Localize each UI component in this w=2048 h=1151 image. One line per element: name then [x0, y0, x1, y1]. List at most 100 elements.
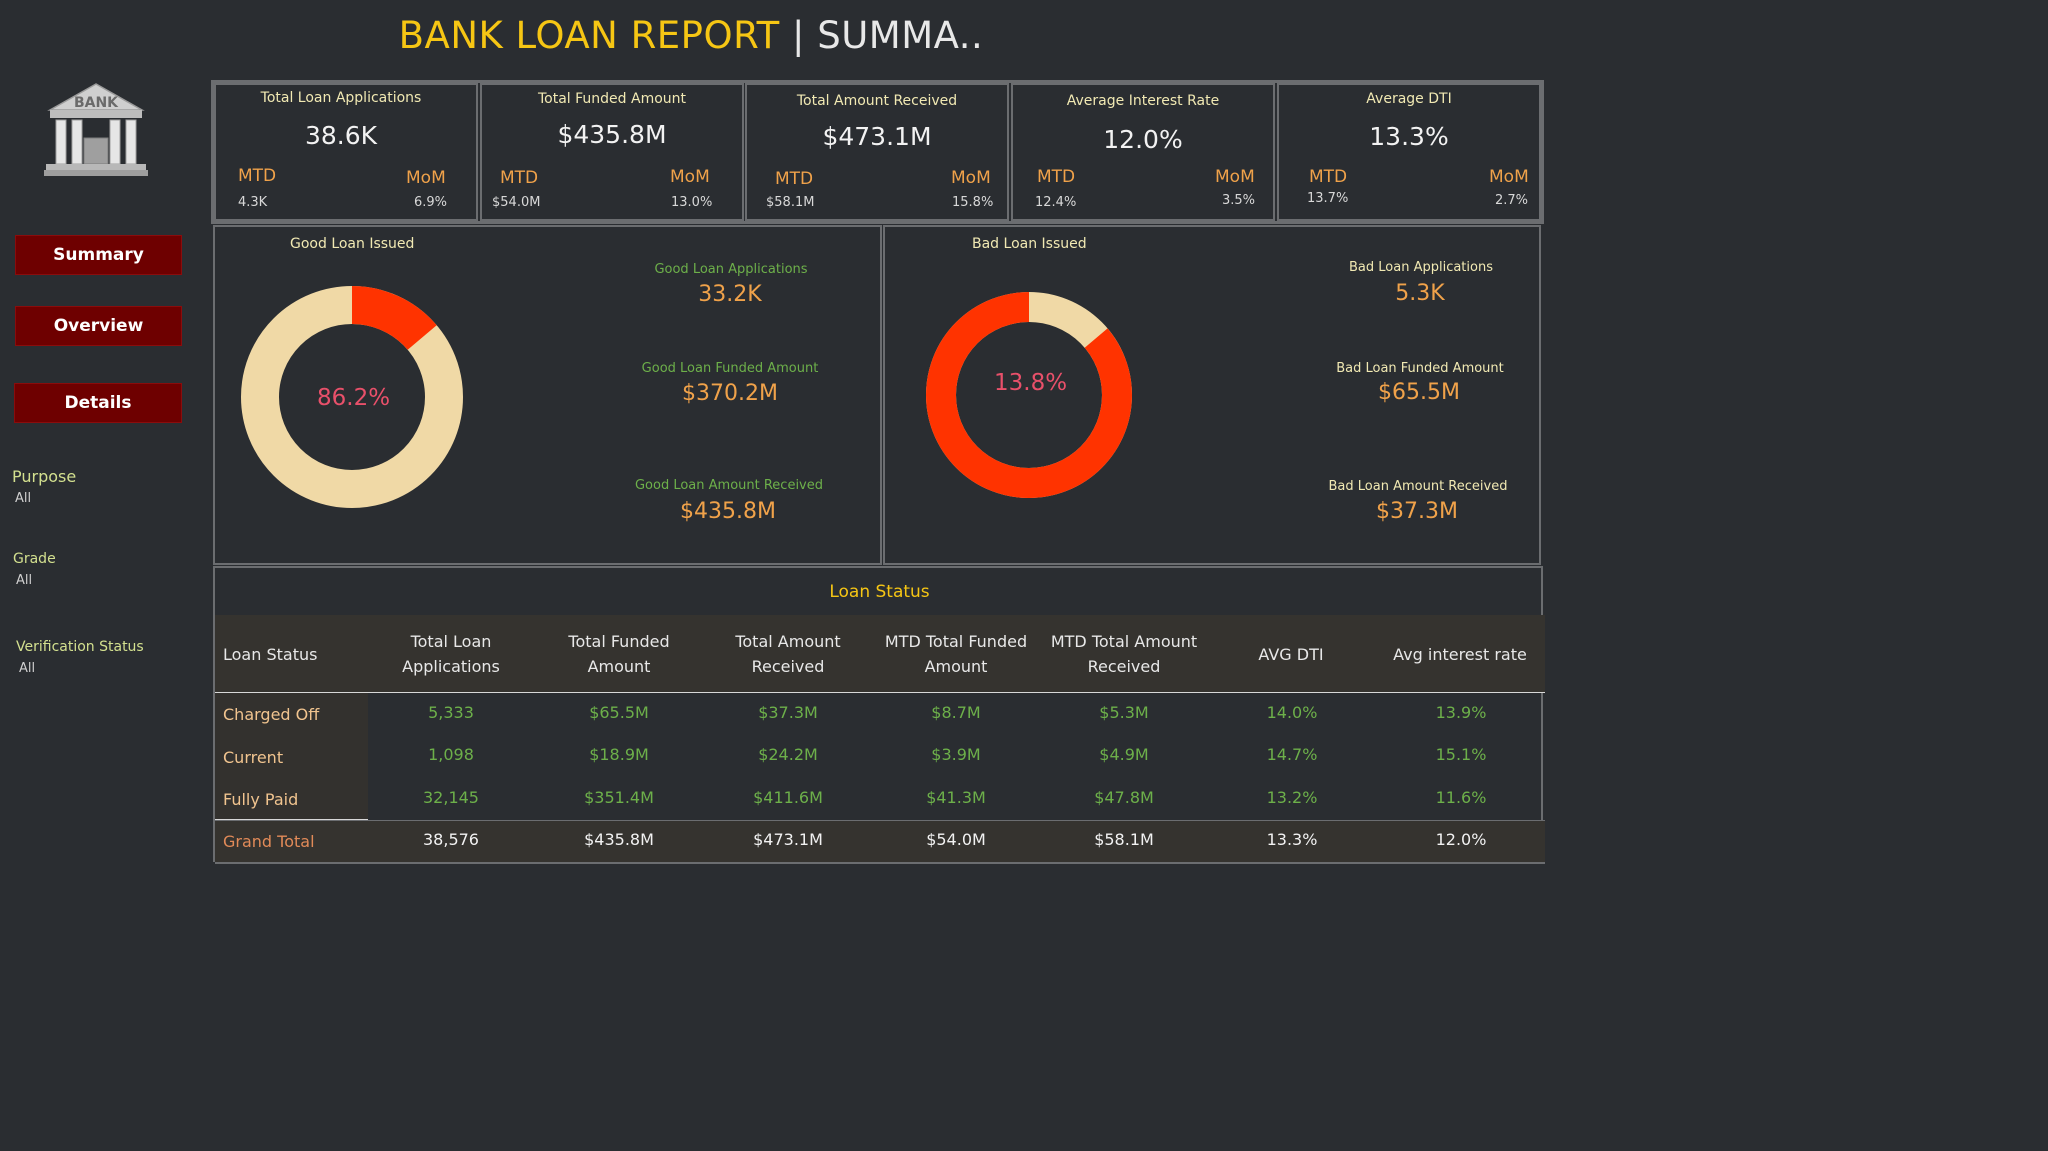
table-cell: 1,098	[428, 745, 474, 764]
kpi-mtd-label: MTD	[1037, 167, 1076, 187]
bad-loan-funded-value: $65.5M	[1378, 380, 1460, 405]
bad-loan-received-label: Bad Loan Amount Received	[1328, 479, 1508, 494]
table-cell: $18.9M	[589, 745, 649, 764]
bad-loan-applications-label: Bad Loan Applications	[1349, 260, 1493, 275]
table-cell: $24.2M	[758, 745, 818, 764]
table-cell: 5,333	[428, 703, 474, 722]
kpi-mom-label: MoM	[670, 167, 710, 187]
filter-purpose-label: Purpose	[12, 467, 77, 486]
kpi-value: 38.6K	[304, 121, 378, 150]
good-loan-received-value: $435.8M	[680, 499, 776, 524]
kpi-mom-value: 6.9%	[414, 195, 448, 210]
kpi-mom-label: MoM	[951, 168, 991, 188]
kpi-mom-label: MoM	[406, 168, 446, 188]
kpi-title: Total Funded Amount	[537, 91, 687, 107]
kpi-card-avg-dti: Average DTI 13.3% MTD 13.7% MoM 2.7%	[1277, 83, 1541, 221]
table-total-cell: 13.3%	[1266, 830, 1318, 849]
table-header-total-applications[interactable]: Total Loan Applications	[371, 615, 531, 693]
kpi-mom-value: 3.5%	[1222, 193, 1256, 208]
kpi-mtd-value: 13.7%	[1307, 191, 1349, 206]
table-total-cell: 12.0%	[1435, 830, 1487, 849]
table-header-mtd-received[interactable]: MTD Total Amount Received	[1044, 615, 1204, 693]
title-separator: |	[779, 14, 818, 57]
kpi-mom-value: 2.7%	[1495, 193, 1529, 208]
kpi-mtd-label: MTD	[238, 166, 277, 186]
table-cell: 15.1%	[1435, 745, 1487, 764]
total-divider	[215, 819, 368, 820]
table-total-name: Grand Total	[223, 832, 315, 851]
table-header-total-funded[interactable]: Total Funded Amount	[548, 615, 690, 693]
table-cell: 11.6%	[1435, 788, 1487, 807]
kpi-mom-value: 15.8%	[952, 195, 994, 210]
bank-icon: BANK	[44, 83, 148, 176]
kpi-value: 12.0%	[1103, 125, 1183, 154]
table-cell: $65.5M	[589, 703, 649, 722]
kpi-value: $473.1M	[822, 122, 932, 151]
table-cell: 13.9%	[1435, 703, 1487, 722]
title-main: BANK LOAN REPORT	[398, 14, 780, 57]
table-cell: $41.3M	[926, 788, 986, 807]
good-loan-funded-label: Good Loan Funded Amount	[641, 361, 819, 376]
good-loan-applications-value: 33.2K	[698, 282, 762, 307]
table-header-loan-status[interactable]: Loan Status	[215, 615, 333, 693]
kpi-value: $435.8M	[557, 120, 667, 149]
kpi-value: 13.3%	[1369, 122, 1449, 151]
table-header-total-received[interactable]: Total Amount Received	[712, 615, 864, 693]
filter-grade-value[interactable]: All	[16, 573, 32, 588]
table-row-fully-paid-name: Fully Paid	[223, 790, 299, 809]
kpi-card-total-received: Total Amount Received $473.1M MTD $58.1M…	[745, 83, 1009, 221]
table-cell: $37.3M	[758, 703, 818, 722]
bad-loan-title: Bad Loan Issued	[972, 236, 1087, 252]
table-cell: 14.0%	[1266, 703, 1318, 722]
page-title: BANK LOAN REPORT | SUMMA..	[0, 14, 1382, 57]
table-header-avg-dti[interactable]: AVG DTI	[1231, 615, 1351, 693]
kpi-mtd-value: $58.1M	[766, 195, 815, 210]
kpi-mom-label: MoM	[1489, 167, 1529, 187]
kpi-mtd-value: 12.4%	[1035, 195, 1077, 210]
bad-loan-received-value: $37.3M	[1376, 499, 1458, 524]
kpi-mtd-label: MTD	[775, 169, 814, 189]
table-header-mtd-funded[interactable]: MTD Total Funded Amount	[876, 615, 1036, 693]
kpi-mtd-label: MTD	[500, 168, 539, 188]
title-sub: SUMMA..	[817, 14, 984, 57]
table-cell: 32,145	[423, 788, 479, 807]
nav-details-button[interactable]: Details	[14, 383, 182, 423]
good-loan-applications-label: Good Loan Applications	[654, 262, 808, 277]
kpi-title: Average DTI	[1366, 91, 1452, 107]
kpi-mom-label: MoM	[1215, 167, 1255, 187]
kpi-mtd-value: $54.0M	[492, 195, 541, 210]
table-cell: $351.4M	[584, 788, 654, 807]
table-cell: $3.9M	[931, 745, 981, 764]
kpi-card-avg-interest: Average Interest Rate 12.0% MTD 12.4% Mo…	[1011, 83, 1275, 221]
nav-summary-button[interactable]: Summary	[15, 235, 182, 275]
table-cell: $5.3M	[1099, 703, 1149, 722]
nav-overview-button[interactable]: Overview	[15, 306, 182, 346]
table-total-cell: $58.1M	[1094, 830, 1154, 849]
filter-verification-value[interactable]: All	[19, 661, 35, 676]
table-header-avg-interest[interactable]: Avg interest rate	[1380, 615, 1540, 693]
table-cell: 13.2%	[1266, 788, 1318, 807]
kpi-mom-value: 13.0%	[671, 195, 713, 210]
table-cell: $411.6M	[753, 788, 823, 807]
table-row-charged-off-name: Charged Off	[223, 705, 320, 724]
table-cell: $47.8M	[1094, 788, 1154, 807]
kpi-card-total-applications: Total Loan Applications 38.6K MTD 4.3K M…	[214, 83, 478, 221]
filter-purpose-value[interactable]: All	[15, 491, 31, 506]
bad-loan-applications-value: 5.3K	[1395, 281, 1445, 306]
good-loan-percent: 86.2%	[317, 385, 391, 411]
table-total-cell: $435.8M	[584, 830, 654, 849]
kpi-card-total-funded: Total Funded Amount $435.8M MTD $54.0M M…	[480, 83, 744, 221]
kpi-title: Average Interest Rate	[1066, 93, 1220, 109]
kpi-title: Total Loan Applications	[260, 90, 422, 106]
table-cell: $8.7M	[931, 703, 981, 722]
table-row-current-name: Current	[223, 748, 284, 767]
bad-loan-percent: 13.8%	[994, 370, 1068, 396]
good-loan-received-label: Good Loan Amount Received	[634, 478, 824, 493]
kpi-mtd-value: 4.3K	[238, 195, 268, 210]
kpi-title: Total Amount Received	[796, 93, 958, 109]
table-total-cell: $473.1M	[753, 830, 823, 849]
table-total-cell: $54.0M	[926, 830, 986, 849]
good-loan-funded-value: $370.2M	[682, 381, 778, 406]
kpi-mtd-label: MTD	[1309, 167, 1348, 187]
good-loan-title: Good Loan Issued	[290, 236, 415, 252]
